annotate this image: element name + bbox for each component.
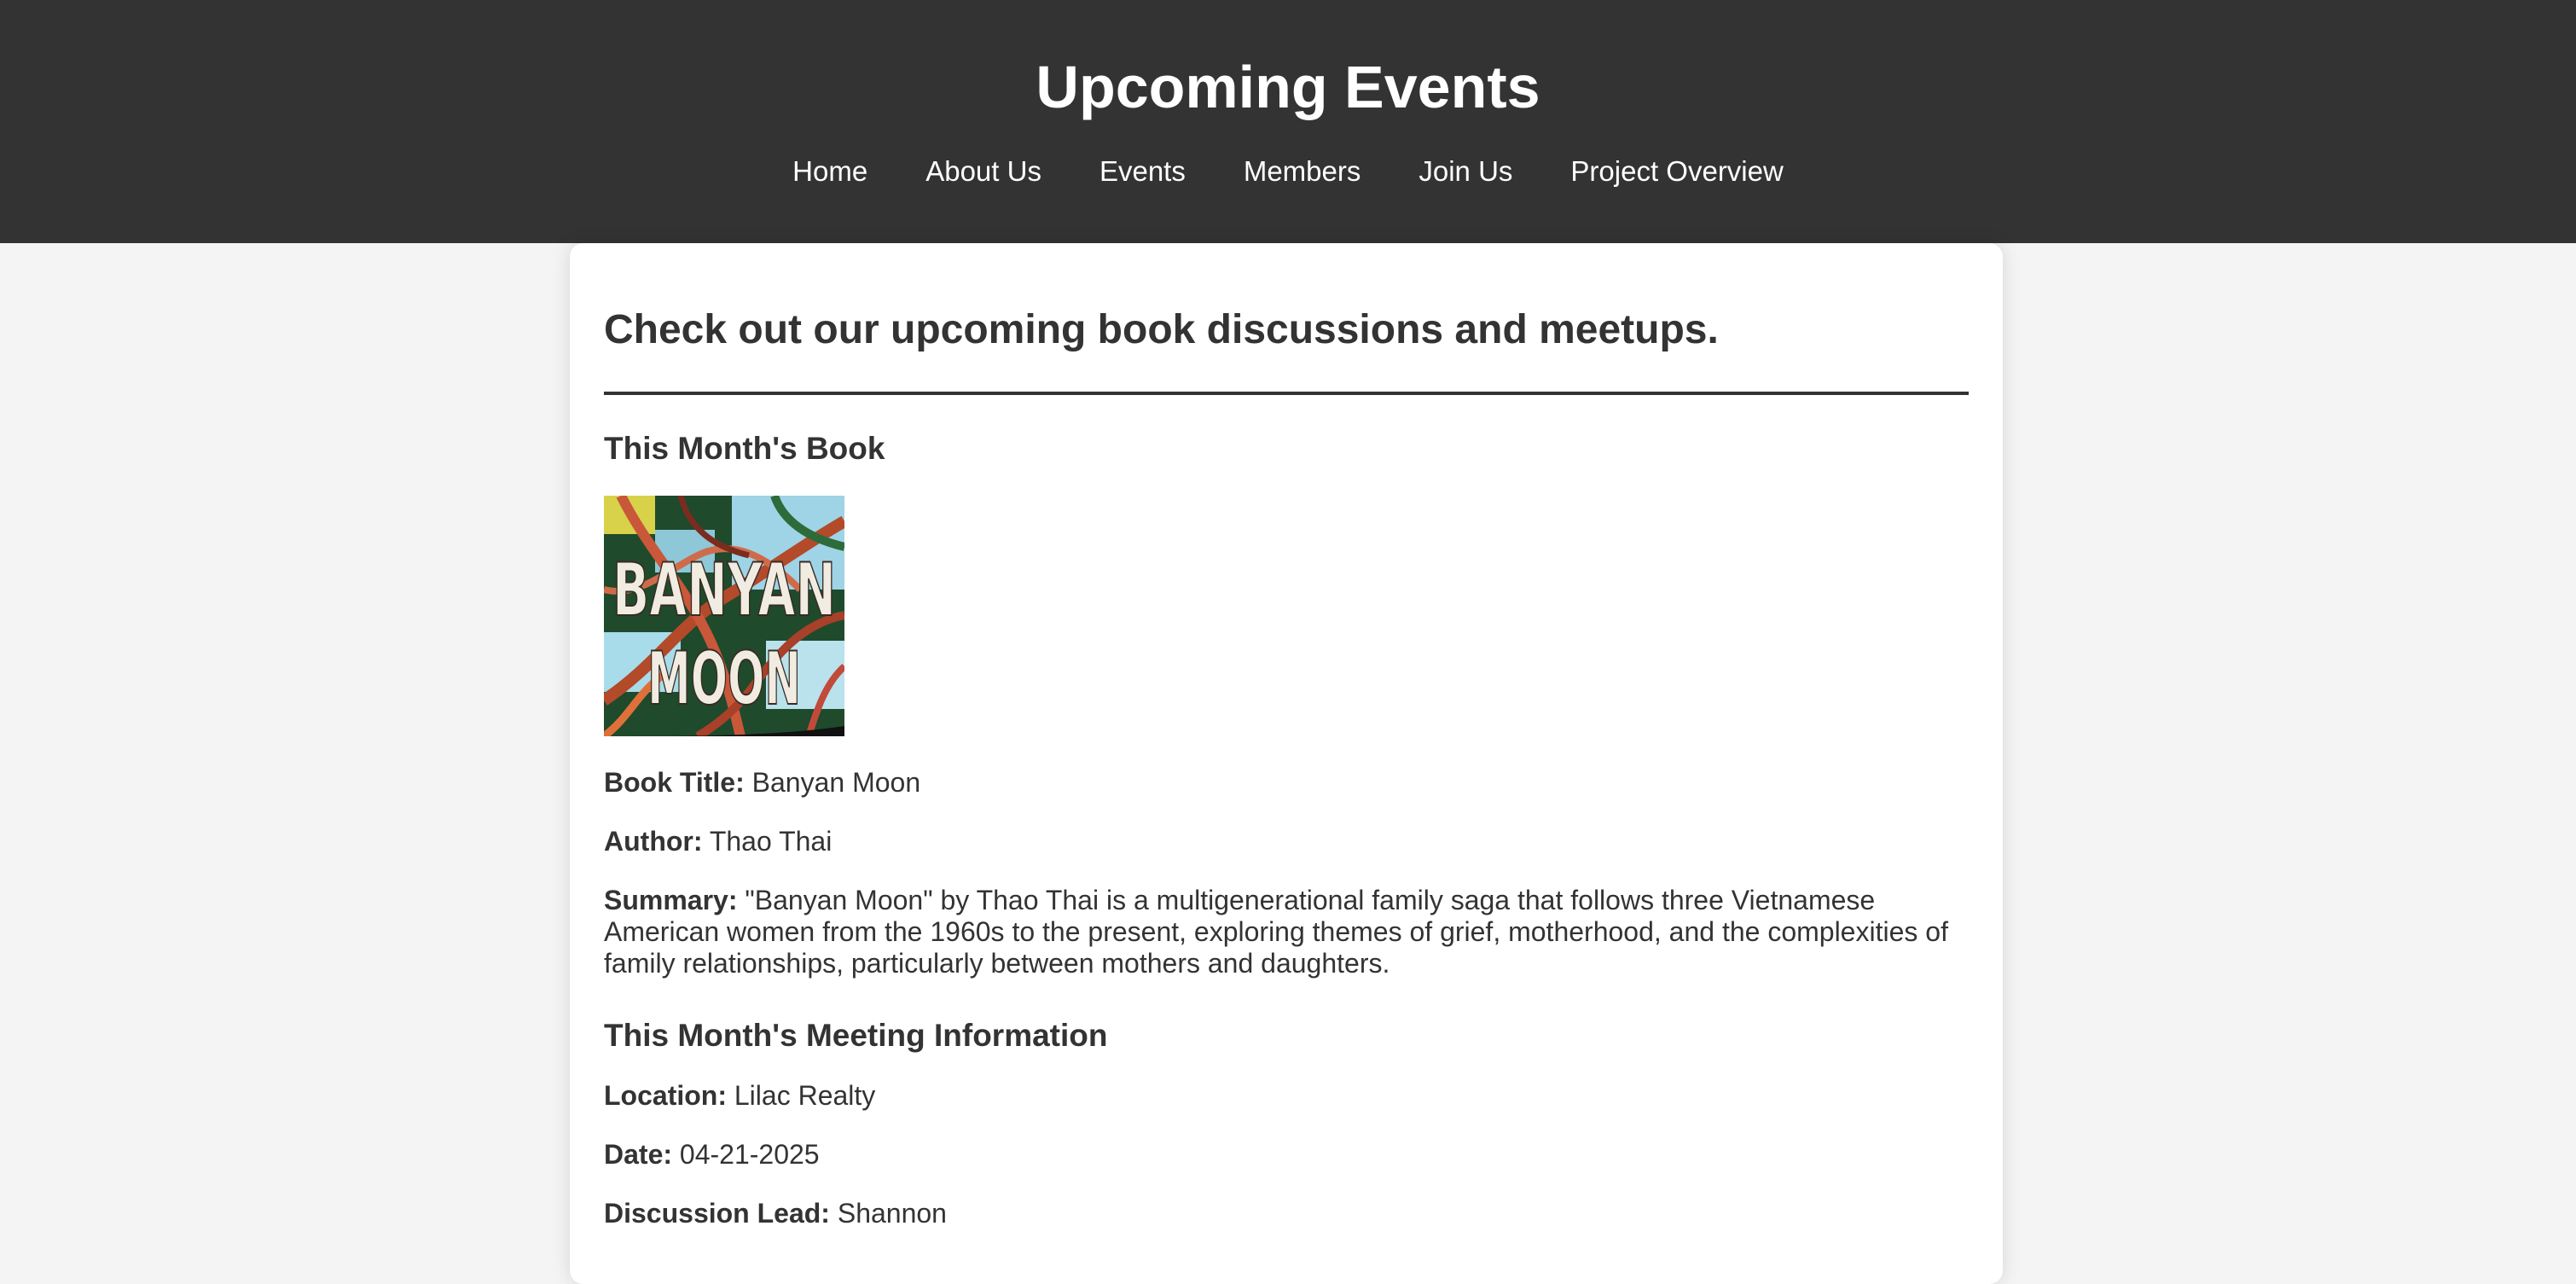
intro-heading: Check out our upcoming book discussions … (604, 307, 1719, 352)
events-card: Check out our upcoming book discussions … (570, 243, 2003, 1284)
discussion-lead-value: Shannon (829, 1198, 947, 1229)
nav-link-project-overview[interactable]: Project Overview (1570, 152, 1783, 191)
nav-link-about-us[interactable]: About Us (925, 152, 1041, 191)
author-value: Thao Thai (702, 826, 833, 857)
page-title: Upcoming Events (1036, 54, 1540, 120)
discussion-lead-field: Discussion Lead: Shannon (604, 1198, 1969, 1229)
author-label: Author: (604, 826, 703, 857)
book-title-value: Banyan Moon (744, 767, 921, 798)
nav-link-events[interactable]: Events (1099, 152, 1186, 191)
summary-field: Summary: "Banyan Moon" by Thao Thai is a… (604, 885, 1969, 979)
site-header: Upcoming Events Home About Us Events Mem… (0, 0, 2576, 243)
book-cover-image: BANYAN MOON (604, 496, 844, 736)
divider (604, 392, 1969, 395)
location-value: Lilac Realty (726, 1080, 876, 1111)
date-field: Date: 04-21-2025 (604, 1139, 1969, 1171)
nav-link-home[interactable]: Home (792, 152, 867, 191)
location-field: Location: Lilac Realty (604, 1080, 1969, 1112)
book-section-heading: This Month's Book (604, 431, 885, 466)
discussion-lead-label: Discussion Lead: (604, 1198, 830, 1229)
book-title-field: Book Title: Banyan Moon (604, 767, 1969, 799)
cover-title-line-2: MOON (647, 636, 801, 722)
location-label: Location: (604, 1080, 727, 1111)
nav-link-join-us[interactable]: Join Us (1419, 152, 1512, 191)
meeting-section-heading: This Month's Meeting Information (604, 1018, 1108, 1053)
date-value: 04-21-2025 (672, 1139, 820, 1170)
author-field: Author: Thao Thai (604, 826, 1969, 857)
summary-label: Summary: (604, 885, 738, 915)
date-label: Date: (604, 1139, 673, 1170)
nav-link-members[interactable]: Members (1244, 152, 1361, 191)
book-title-label: Book Title: (604, 767, 745, 798)
cover-title-line-1: BANYAN (612, 548, 836, 633)
summary-value: "Banyan Moon" by Thao Thai is a multigen… (604, 885, 1948, 979)
main-nav: Home About Us Events Members Join Us Pro… (0, 152, 2576, 191)
